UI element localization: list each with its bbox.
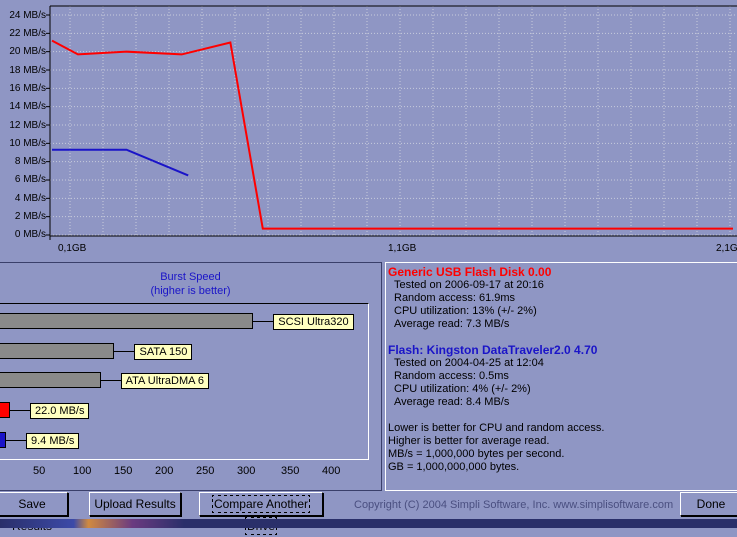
x-tick: 0,1GB [58, 243, 87, 254]
drive2-title: Flash: Kingston DataTraveler2.0 4.70 [388, 343, 598, 357]
series-generic-line [51, 39, 733, 230]
note-line: GB = 1,000,000,000 bytes. [388, 461, 520, 473]
drive2-avg-read: Average read: 8.4 MB/s [394, 396, 510, 408]
graph-plot-area [46, 5, 737, 240]
burst-subtitle: (higher is better) [150, 285, 231, 297]
burst-bar-label: SATA 150 [134, 344, 193, 360]
drive1-avg-read: Average read: 7.3 MB/s [394, 318, 510, 330]
burst-bar-label: 22.0 MB/s [29, 403, 90, 419]
drive2-cpu: CPU utilization: 4% (+/- 2%) [394, 383, 531, 395]
burst-bar-connector [9, 410, 30, 411]
burst-bar-label: 9.4 MB/s [26, 433, 80, 449]
burst-tick: 200 [155, 465, 174, 477]
burst-bar-label: SCSI Ultra320 [273, 314, 354, 330]
drive1-title: Generic USB Flash Disk 0.00 [388, 265, 552, 279]
note-line: MB/s = 1,000,000 bytes per second. [388, 448, 565, 460]
drive1-tested: Tested on 2006-09-17 at 20:16 [394, 279, 544, 291]
burst-tick: 350 [281, 465, 300, 477]
burst-tick: 100 [73, 465, 92, 477]
burst-bar-connector [253, 321, 274, 322]
burst-tick: 400 [322, 465, 341, 477]
done-button[interactable]: Done [680, 492, 737, 516]
burst-bar-label: ATA UltraDMA 6 [120, 373, 210, 389]
note-line: Lower is better for CPU and random acces… [388, 422, 605, 434]
burst-title: Burst Speed [160, 271, 221, 283]
drive1-random-access: Random access: 61.9ms [394, 292, 516, 304]
copyright-text: Copyright (C) 2004 Simpli Software, Inc.… [354, 499, 674, 511]
burst-bar [0, 402, 10, 418]
burst-tick: 50 [33, 465, 46, 477]
drive2-random-access: Random access: 0.5ms [394, 370, 509, 382]
x-tick: 1,1GB [388, 243, 417, 254]
burst-bar-connector [114, 351, 135, 352]
benchmark-graph: 24 MB/s 22 MB/s 20 MB/s 18 MB/s 16 MB/s … [0, 0, 737, 258]
burst-bar-connector [6, 440, 26, 441]
note-line: Higher is better for average read. [388, 435, 550, 447]
series-kingston-line [52, 148, 189, 177]
burst-tick: 300 [237, 465, 256, 477]
save-results-button[interactable]: Save Results [0, 492, 68, 533]
burst-tick: 150 [114, 465, 133, 477]
results-panel: Generic USB Flash Disk 0.00 Tested on 20… [385, 262, 737, 491]
taskbar-strip [0, 519, 737, 528]
drive1-cpu: CPU utilization: 13% (+/- 2%) [394, 305, 537, 317]
done-label: Done [696, 497, 726, 511]
drive2-tested: Tested on 2004-04-25 at 12:04 [394, 357, 544, 369]
upload-results-button[interactable]: Upload Results [89, 492, 181, 516]
burst-bar-connector [100, 380, 121, 381]
compare-another-drive-button[interactable]: Compare Another Drive [199, 492, 323, 535]
upload-results-label: Upload Results [94, 497, 176, 511]
burst-bar [0, 372, 101, 388]
burst-bar [0, 313, 254, 329]
x-tick: 2,1GB [716, 243, 737, 254]
burst-bar [0, 343, 115, 359]
burst-tick: 250 [196, 465, 215, 477]
